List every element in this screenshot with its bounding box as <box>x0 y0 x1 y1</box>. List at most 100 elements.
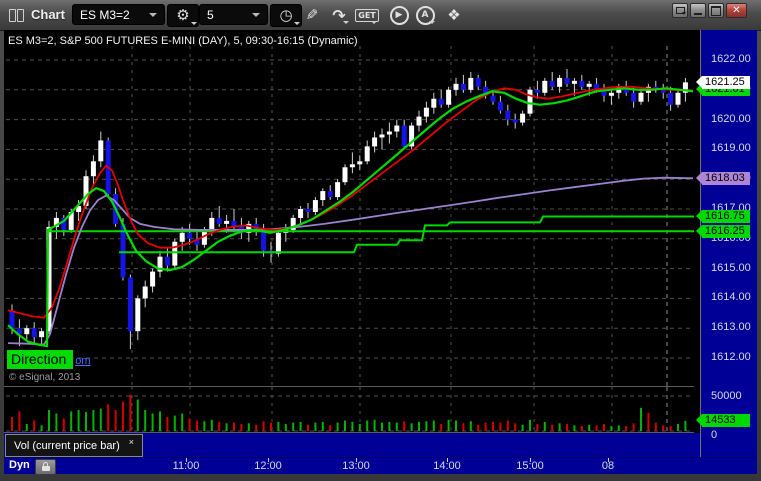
volume-bar <box>321 421 324 431</box>
chevron-down-icon <box>191 22 197 25</box>
volume-bar <box>114 410 117 431</box>
volume-bar <box>18 411 21 431</box>
price-pane[interactable]: ES M3=2, S&P 500 FUTURES E-MINI (DAY), 5… <box>4 30 694 387</box>
volume-bar <box>625 426 628 431</box>
chart-title: ES M3=2, S&P 500 FUTURES E-MINI (DAY), 5… <box>8 35 358 47</box>
price-axis[interactable]: 50000 0 1622.001621.001620.001619.001618… <box>696 30 757 457</box>
candle <box>187 232 193 239</box>
volume-bar <box>580 426 583 431</box>
candle <box>460 83 466 90</box>
chevron-down-icon <box>343 21 349 24</box>
candle <box>564 77 570 84</box>
candle <box>438 98 444 105</box>
lock-scale-button[interactable] <box>35 459 56 475</box>
close-icon[interactable]: × <box>129 437 134 447</box>
price-tick-label: 1620.00 <box>711 112 751 125</box>
volume-bar <box>247 423 250 431</box>
candle <box>261 229 267 251</box>
volume-bar <box>292 422 295 431</box>
pin-window-button[interactable] <box>672 3 688 18</box>
minimize-icon <box>694 12 702 15</box>
interval-dropdown[interactable]: 5 <box>199 4 268 25</box>
price-tick-label: 1614.00 <box>711 291 751 304</box>
volume-bar <box>262 421 265 431</box>
volume-bar <box>484 422 487 431</box>
price-badge: 1618.03 <box>696 171 750 185</box>
chart-settings-button[interactable]: ⚙ <box>167 4 199 27</box>
candle <box>401 125 407 147</box>
volume-bar <box>77 410 80 431</box>
price-tick-label: 1613.00 <box>711 321 751 334</box>
chevron-down-icon <box>294 22 300 25</box>
volume-bar <box>299 421 302 431</box>
symbol-dropdown[interactable]: ES M3=2 <box>72 4 165 25</box>
dyn-mode-label: Dyn <box>9 459 30 471</box>
candle <box>298 209 304 218</box>
volume-bar <box>166 417 169 431</box>
volume-bar <box>203 421 206 431</box>
lock-icon <box>41 462 50 471</box>
time-axis[interactable]: Dyn 11:00 12:00 13:00 14:00 15:00 08 <box>4 457 757 475</box>
volume-bar <box>536 424 539 431</box>
volume-bar <box>122 401 124 431</box>
watermark-link[interactable]: om <box>75 355 90 367</box>
auto-scale-button[interactable]: A <box>414 5 436 25</box>
volume-bar <box>455 420 457 431</box>
time-template-button[interactable]: ◷ <box>270 4 302 27</box>
volume-bar <box>447 419 450 431</box>
price-tick-label: 1619.00 <box>711 142 751 155</box>
candle <box>172 241 178 266</box>
minimize-button[interactable] <box>690 3 706 18</box>
eraser-button[interactable]: ❖ <box>443 5 465 25</box>
candle <box>490 95 496 102</box>
badge-arrow-icon <box>696 171 702 184</box>
volume-bar <box>11 417 13 431</box>
volume-bar <box>506 420 509 431</box>
candle <box>571 80 577 84</box>
volume-bar <box>284 424 287 431</box>
time-tick-mark <box>608 458 609 462</box>
candle <box>364 146 370 162</box>
candle <box>31 328 37 338</box>
volume-bar <box>529 419 531 431</box>
chevron-down-icon <box>682 12 686 15</box>
red-ma-line <box>7 85 694 319</box>
candle <box>312 200 318 212</box>
candle <box>416 116 422 126</box>
maximize-button[interactable] <box>708 3 724 18</box>
candle <box>98 140 104 162</box>
candle <box>164 256 170 266</box>
candle <box>349 164 355 168</box>
volume-bar <box>196 420 198 431</box>
candle <box>320 191 326 201</box>
volume-study-tab[interactable]: Vol (current price bar) × <box>5 434 144 457</box>
volume-pane[interactable] <box>4 387 694 433</box>
volume-bar <box>573 425 576 431</box>
volume-bar <box>366 420 369 431</box>
volume-bar <box>25 424 28 431</box>
chevron-down-icon <box>252 12 260 17</box>
price-chart-canvas[interactable] <box>4 30 694 386</box>
close-button[interactable]: ✕ <box>726 3 747 18</box>
volume-bar <box>677 424 679 431</box>
eraser-icon: ❖ <box>447 6 461 24</box>
price-badge: 1616.25 <box>696 224 750 238</box>
candle <box>39 331 45 338</box>
volume-chart-canvas[interactable] <box>4 387 694 432</box>
volume-bar <box>381 422 383 431</box>
volume-bar <box>521 424 524 431</box>
badge-arrow-icon <box>696 414 702 427</box>
volume-bar <box>373 419 376 431</box>
volume-bar <box>255 424 258 431</box>
line-tools-button[interactable]: ↷ <box>328 5 350 25</box>
draw-tool-button[interactable]: ✎ <box>301 5 323 25</box>
chevron-down-icon <box>371 21 377 24</box>
replay-button[interactable]: ▶ <box>388 5 410 25</box>
volume-bar <box>432 420 435 431</box>
get-data-button[interactable]: GET <box>355 5 379 25</box>
volume-bar <box>588 424 591 431</box>
purple-ma-line <box>7 176 694 346</box>
play-icon: ▶ <box>389 5 409 25</box>
volume-bar <box>136 399 139 431</box>
candle <box>379 134 385 138</box>
